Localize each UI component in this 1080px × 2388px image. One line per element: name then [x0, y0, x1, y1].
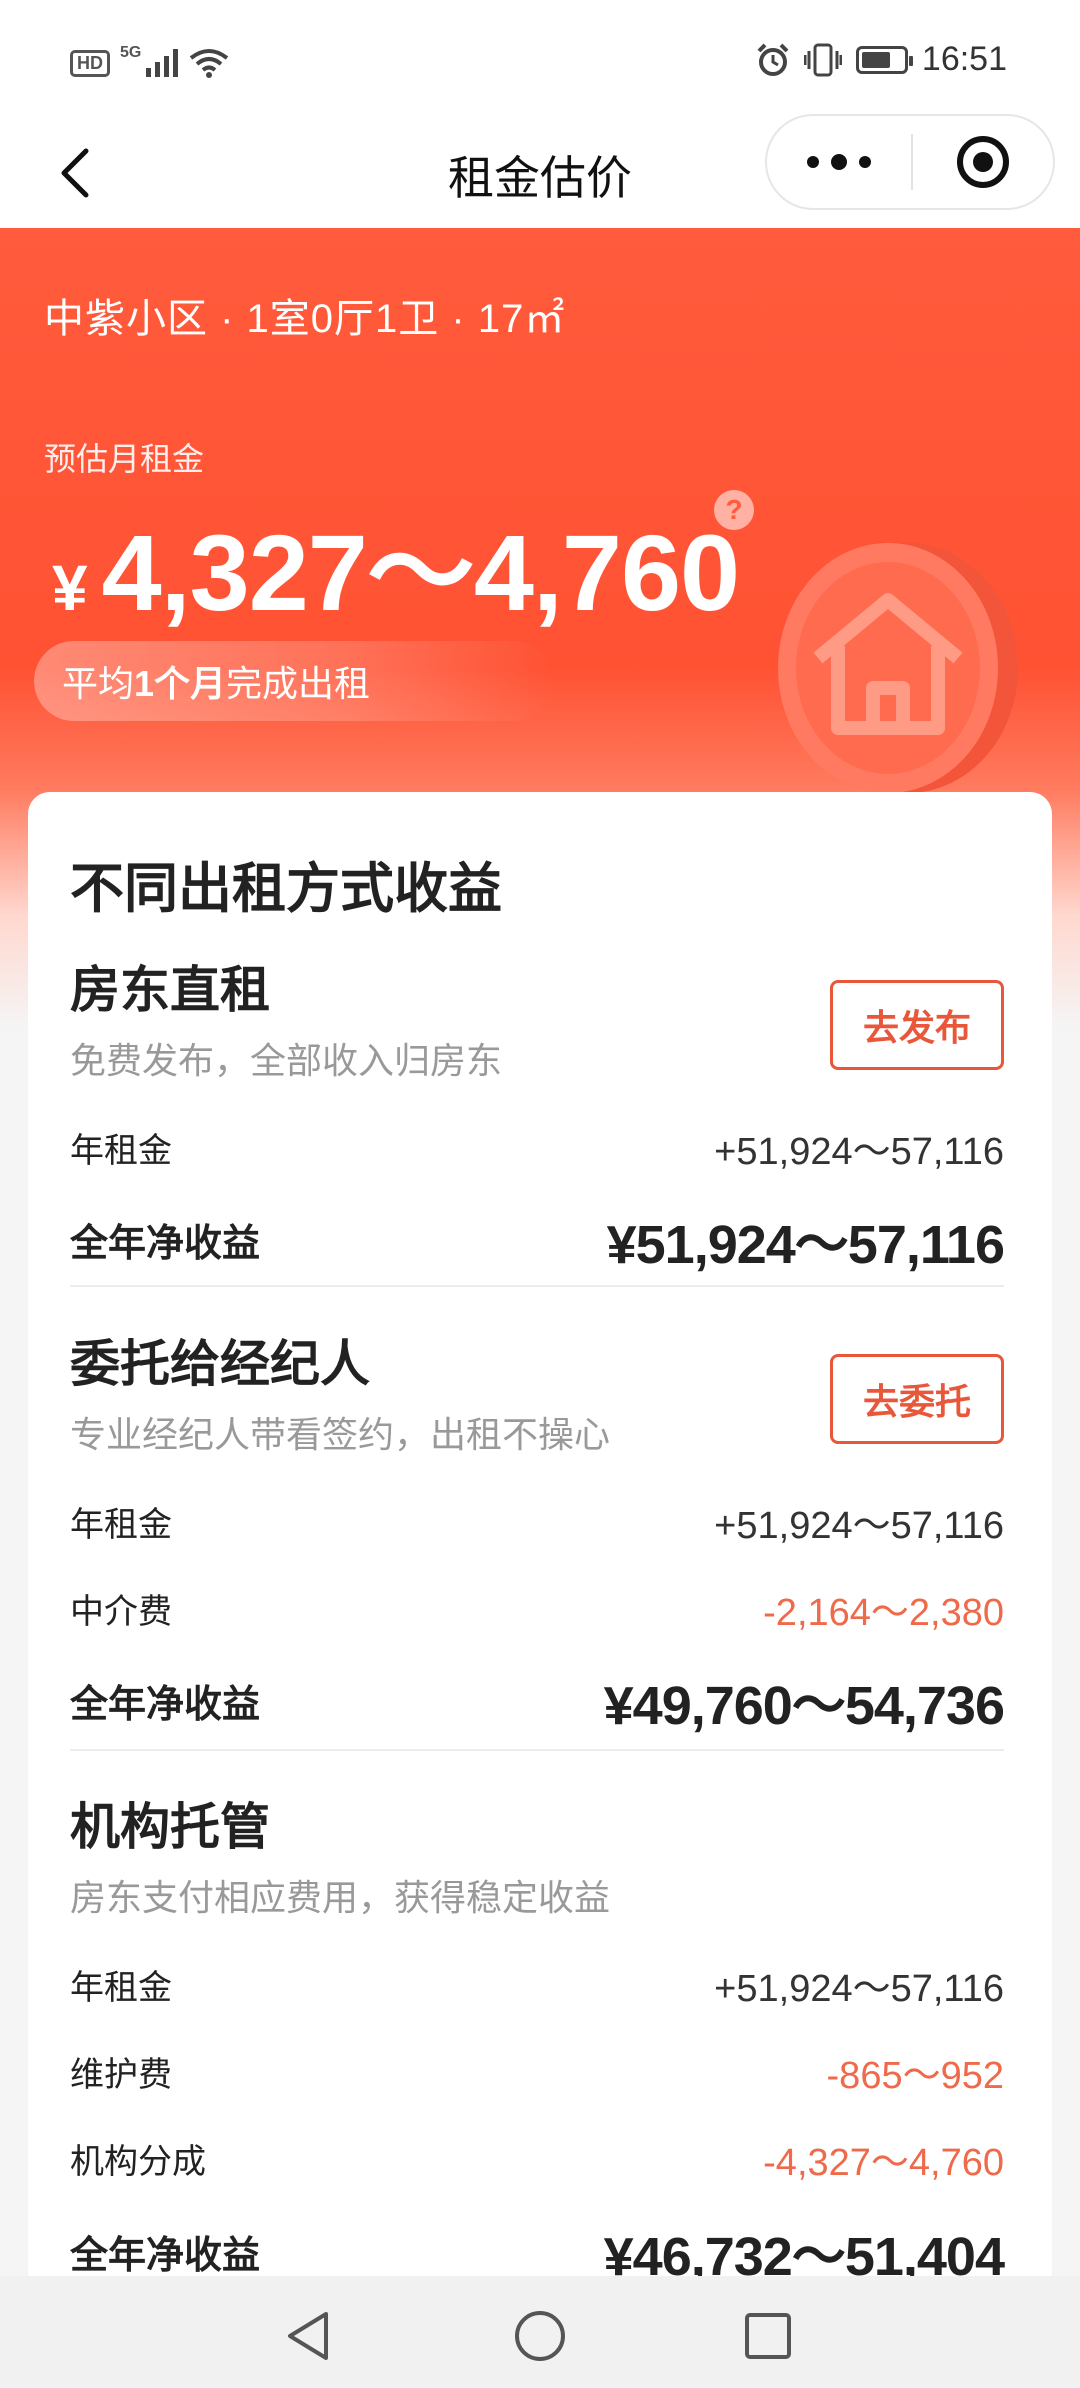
rent-time-pill: 平均 1个月 完成出租 [34, 641, 554, 721]
row-value: -4,327～4,760 [763, 2142, 1004, 2184]
triangle-back-icon [288, 2312, 328, 2360]
status-bar: HD 5G 16:51 [0, 0, 1080, 130]
institution-share-row: 机构分成 -4,327～4,760 [70, 2131, 1004, 2186]
annual-rent-row: 年租金 +51,924～57,116 [70, 1120, 1004, 1175]
row-label: 维护费 [70, 2056, 172, 2094]
section-landlord-direct: 房东直租 免费发布，全部收入归房东 去发布 年租金 +51,924～57,116… [70, 950, 1005, 1287]
row-label: 机构分成 [70, 2143, 206, 2181]
publish-button[interactable]: 去发布 [830, 980, 1004, 1070]
annual-rent-row: 年租金 +51,924～57,116 [70, 1957, 1004, 2012]
section-institution: 机构托管 房东支付相应费用，获得稳定收益 年租金 +51,924～57,116 … [70, 1787, 1005, 2287]
total-value: ¥51,924～57,116 [606, 1215, 1005, 1275]
status-right: 16:51 [756, 40, 1007, 79]
rent-time-suffix: 完成出租 [226, 663, 371, 704]
clock: 16:51 [921, 40, 1007, 78]
estimated-price: ¥ 4,327～4,760 [52, 486, 741, 642]
row-label: 年租金 [70, 1132, 172, 1170]
total-value: ¥49,760～54,736 [603, 1676, 1005, 1736]
price-range: 4,327～4,760 [101, 512, 741, 633]
wifi-icon [190, 49, 229, 78]
row-value: -2,164～2,380 [763, 1592, 1004, 1634]
currency-symbol: ¥ [52, 552, 88, 624]
row-value: +51,924～57,116 [714, 1505, 1004, 1547]
close-miniprogram-button[interactable] [913, 134, 1053, 190]
total-label: 全年净收益 [70, 1223, 261, 1265]
system-recents-button[interactable] [736, 2304, 800, 2368]
section-desc: 房东支付相应费用，获得稳定收益 [70, 1877, 611, 1918]
status-left: HD 5G [70, 44, 229, 78]
row-value: +51,924～57,116 [714, 1131, 1004, 1173]
system-back-button[interactable] [276, 2304, 340, 2368]
more-button[interactable] [767, 116, 911, 208]
card-title: 不同出租方式收益 [70, 859, 502, 919]
alarm-icon [757, 43, 789, 76]
vibrate-icon [803, 43, 842, 76]
annual-rent-row: 年租金 +51,924～57,116 [70, 1494, 1004, 1549]
price-label: 预估月租金 [44, 441, 205, 477]
entrust-button[interactable]: 去委托 [830, 1354, 1004, 1444]
maintenance-fee-row: 维护费 -865～952 [70, 2044, 1004, 2099]
rent-time-value: 1个月 [134, 663, 227, 704]
net-income-row: 全年净收益 ¥51,924～57,116 [70, 1200, 1005, 1279]
system-navigation-bar [0, 2276, 1080, 2388]
row-label: 年租金 [70, 1506, 172, 1544]
help-icon[interactable]: ? [714, 490, 754, 530]
battery-icon [855, 45, 913, 74]
row-label: 年租金 [70, 1969, 172, 2007]
property-summary: 中紫小区 · 1室0厅1卫 · 17㎡ [44, 297, 566, 341]
agency-fee-row: 中介费 -2,164～2,380 [70, 1581, 1004, 1636]
net-income-row: 全年净收益 ¥49,760～54,736 [70, 1661, 1005, 1740]
income-comparison-card: 不同出租方式收益 房东直租 免费发布，全部收入归房东 去发布 年租金 +51,9… [28, 792, 1052, 2292]
system-home-button[interactable] [508, 2304, 572, 2368]
house-coin-icon [778, 543, 1018, 793]
hd-badge: HD [70, 49, 110, 77]
network-type: 5G [120, 44, 142, 61]
circle-home-icon [515, 2311, 565, 2361]
signal-icon [146, 49, 179, 77]
section-divider [70, 1285, 1004, 1287]
total-label: 全年净收益 [70, 1684, 261, 1726]
target-close-icon [957, 136, 1009, 188]
miniprogram-capsule [765, 114, 1055, 210]
row-value: +51,924～57,116 [714, 1968, 1004, 2010]
section-title: 机构托管 [70, 1799, 270, 1855]
square-recents-icon [745, 2313, 791, 2359]
row-label: 中介费 [70, 1593, 172, 1631]
total-label: 全年净收益 [70, 2235, 261, 2277]
section-divider [70, 1749, 1004, 1751]
section-agent: 委托给经纪人 专业经纪人带看签约，出租不操心 去委托 年租金 +51,924～5… [70, 1324, 1005, 1751]
row-value: -865～952 [826, 2055, 1004, 2097]
rent-time-prefix: 平均 [62, 663, 135, 704]
